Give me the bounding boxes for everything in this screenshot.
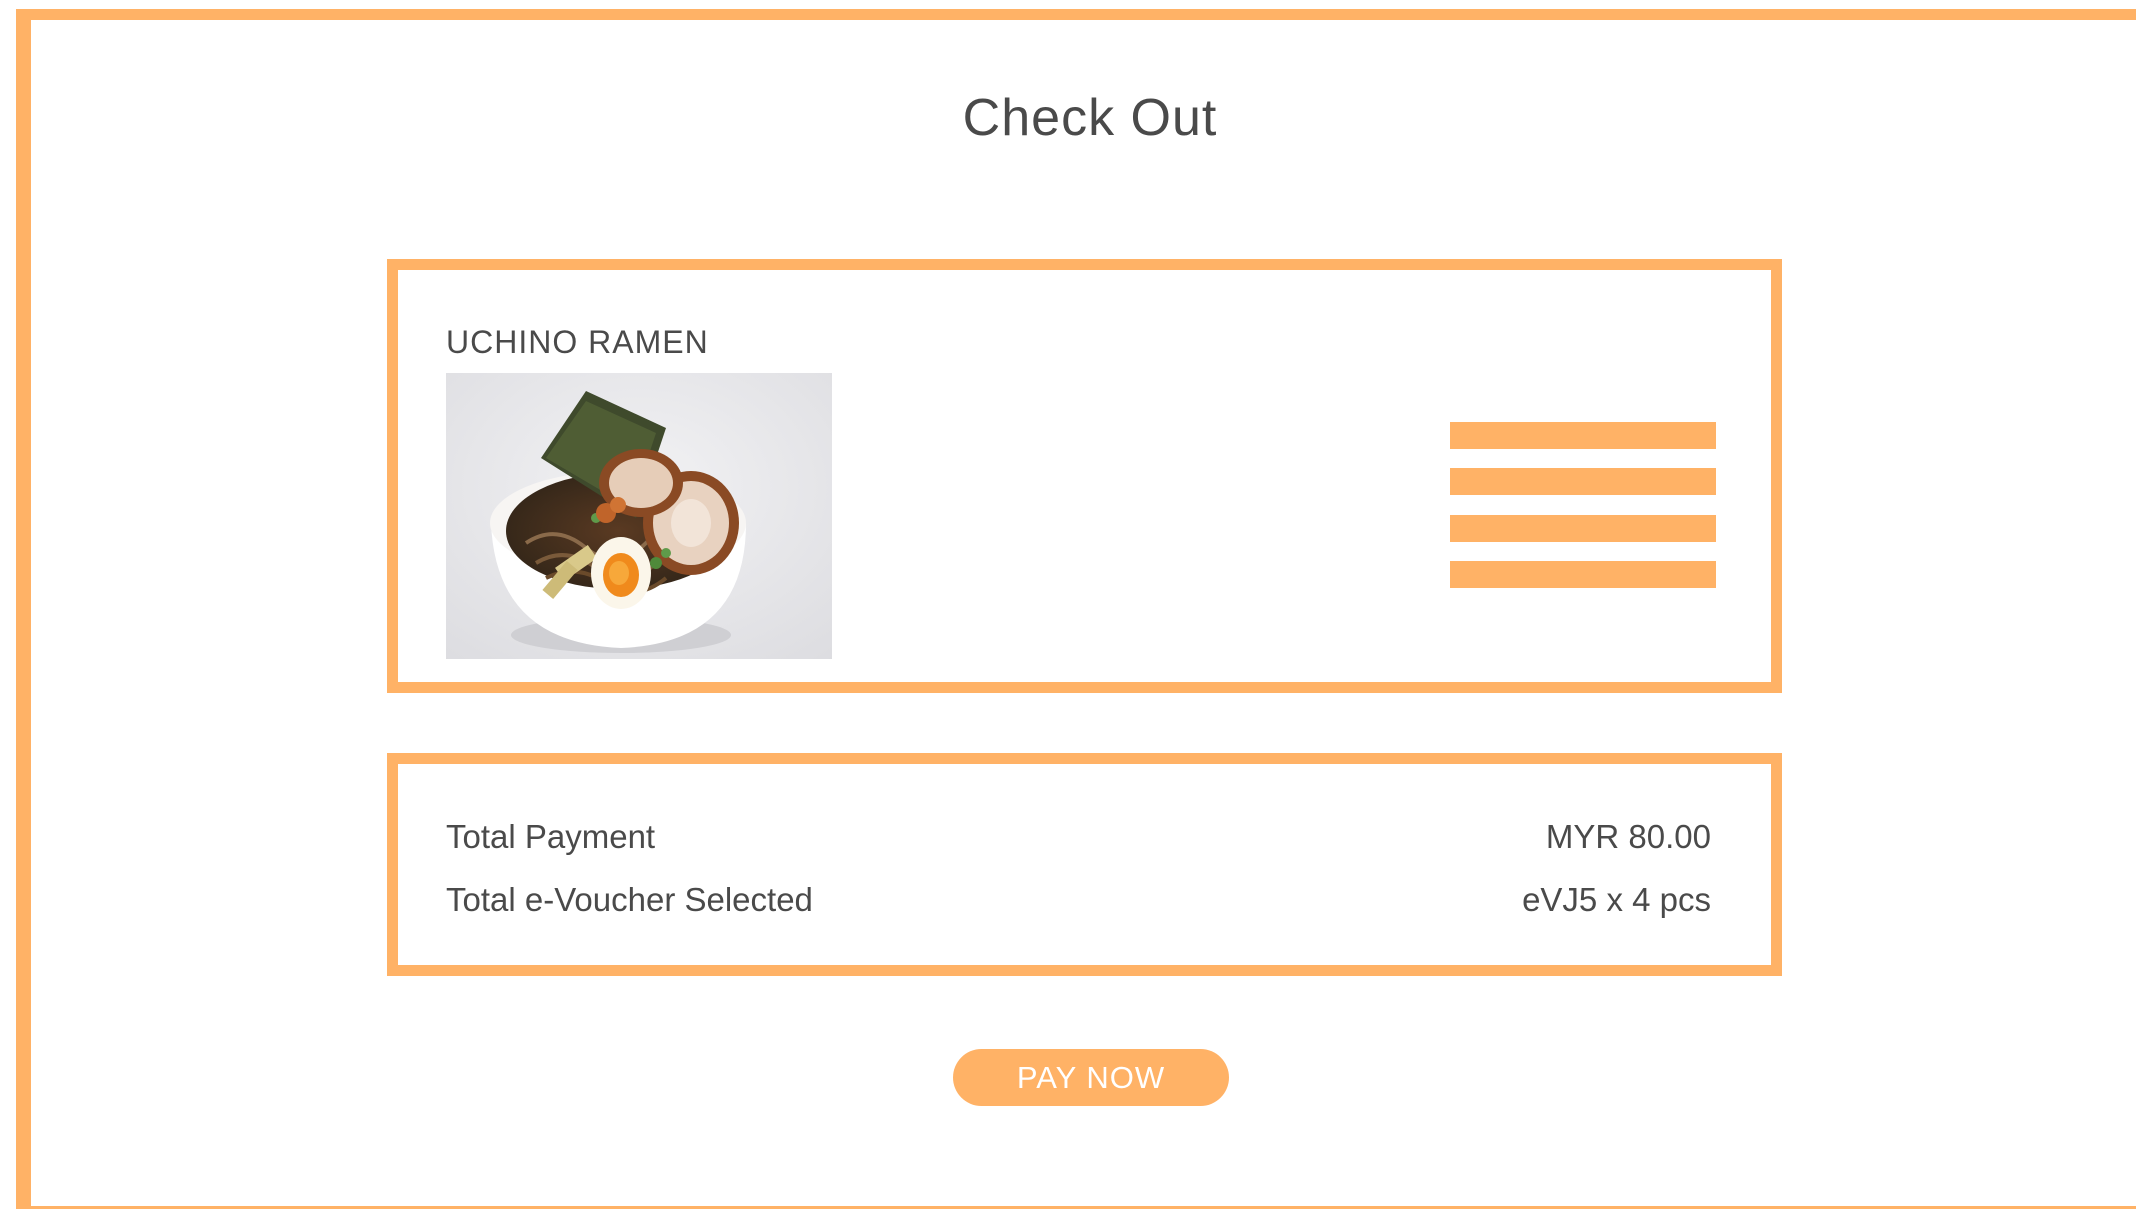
total-payment-value: MYR 80.00 [1545,818,1711,855]
menu-bar-3 [1450,515,1716,542]
pay-now-button[interactable]: PAY NOW [953,1049,1229,1106]
restaurant-name: UCHINO RAMEN [446,324,709,360]
ramen-bowl-photo [446,373,832,659]
voucher-row: Total e-Voucher Selected eVJ5 x 4 pcs [446,881,1711,919]
voucher-value: eVJ5 x 4 pcs [1522,881,1711,918]
page-title: Check Out [962,89,1218,147]
order-item-card: UCHINO RAMEN [387,259,1782,693]
menu-icon[interactable] [1450,422,1716,588]
menu-bar-1 [1450,422,1716,449]
menu-bar-2 [1450,468,1716,495]
total-payment-row: Total Payment MYR 80.00 [446,818,1711,856]
voucher-label: Total e-Voucher Selected [446,881,813,918]
menu-bar-4 [1450,561,1716,588]
total-payment-label: Total Payment [446,818,656,855]
payment-summary-card: Total Payment MYR 80.00 Total e-Voucher … [387,753,1782,976]
